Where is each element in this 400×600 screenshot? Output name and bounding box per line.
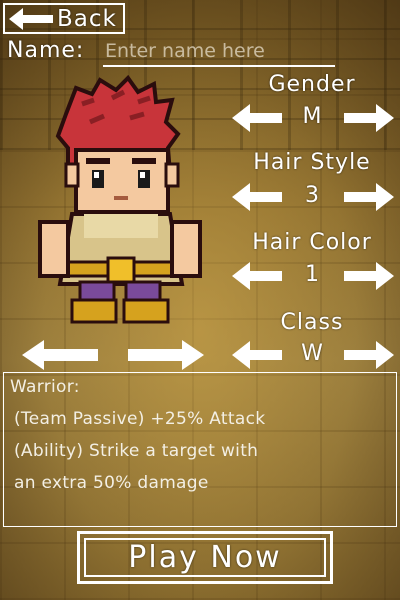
hair-style-label: Hair Style bbox=[253, 150, 371, 175]
hair-color-next-arrow-icon[interactable] bbox=[344, 262, 394, 290]
name-label: Name: bbox=[7, 38, 85, 63]
gender-prev-arrow-icon[interactable] bbox=[232, 104, 282, 132]
hair-style-value: 3 bbox=[305, 183, 319, 208]
rotate-right-arrow-icon[interactable] bbox=[128, 340, 204, 370]
class-label: Class bbox=[280, 310, 344, 335]
name-input[interactable] bbox=[103, 37, 335, 67]
class-description-box: Warrior: (Team Passive) +25% Attack (Abi… bbox=[3, 372, 397, 527]
back-button[interactable]: Back bbox=[3, 3, 125, 34]
class-value: W bbox=[301, 341, 323, 366]
arrow-left-icon bbox=[9, 7, 53, 30]
class-description-line: an extra 50% damage bbox=[14, 473, 209, 493]
hair-color-prev-arrow-icon[interactable] bbox=[232, 262, 282, 290]
class-next-arrow-icon[interactable] bbox=[344, 341, 394, 369]
play-now-label: Play Now bbox=[128, 540, 282, 575]
hair-style-prev-arrow-icon[interactable] bbox=[232, 183, 282, 211]
back-label: Back bbox=[57, 5, 117, 32]
rotate-left-arrow-icon[interactable] bbox=[22, 340, 98, 370]
gender-value: M bbox=[302, 104, 322, 129]
class-prev-arrow-icon[interactable] bbox=[232, 341, 282, 369]
gender-next-arrow-icon[interactable] bbox=[344, 104, 394, 132]
hair-style-next-arrow-icon[interactable] bbox=[344, 183, 394, 211]
hair-color-label: Hair Color bbox=[252, 230, 372, 255]
class-description-line: (Team Passive) +25% Attack bbox=[14, 409, 266, 429]
character-sprite bbox=[38, 74, 202, 324]
gender-label: Gender bbox=[268, 72, 356, 97]
class-description-line: (Ability) Strike a target with bbox=[14, 441, 259, 461]
class-description-title: Warrior: bbox=[10, 377, 80, 397]
play-now-button[interactable]: Play Now bbox=[77, 531, 333, 584]
hair-color-value: 1 bbox=[305, 262, 319, 287]
